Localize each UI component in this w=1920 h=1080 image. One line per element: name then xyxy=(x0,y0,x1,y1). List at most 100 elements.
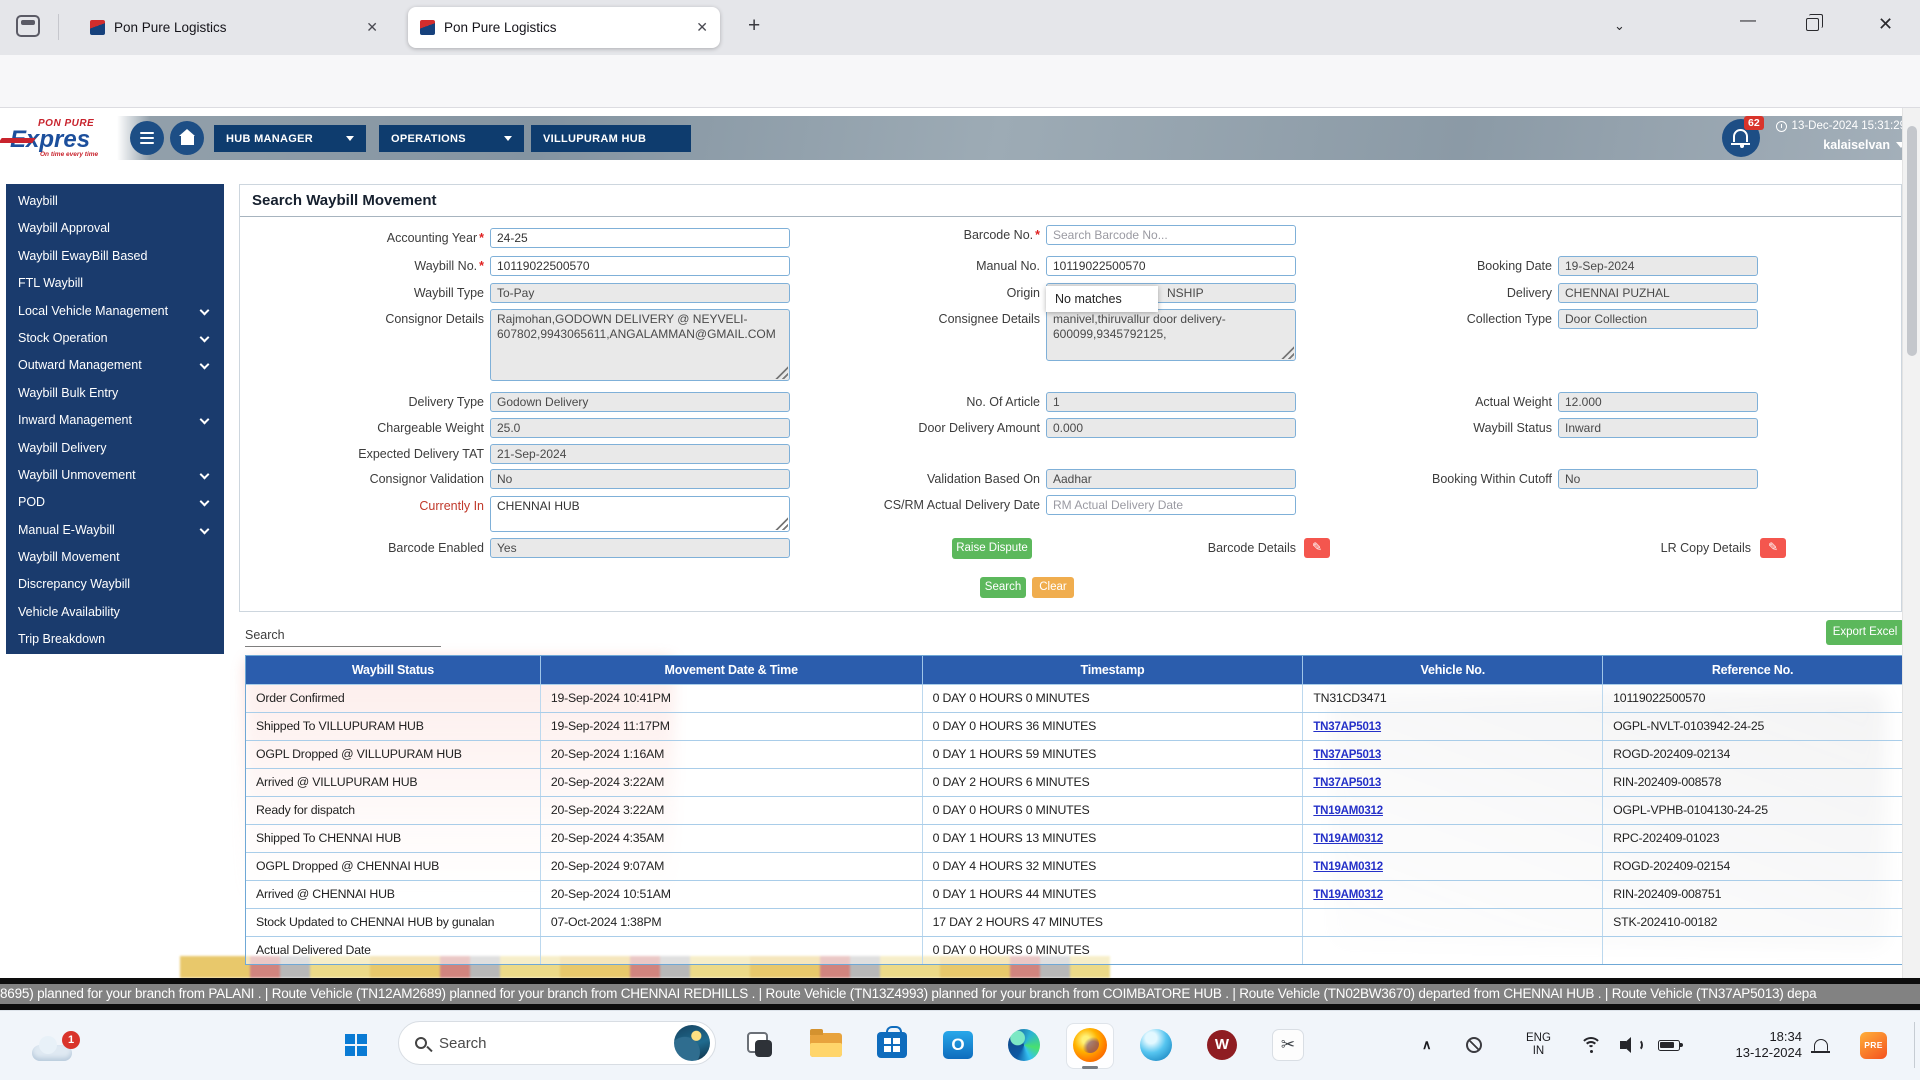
tab-close-icon[interactable]: ✕ xyxy=(696,19,708,36)
sidebar-item[interactable]: Stock Operation xyxy=(6,325,224,352)
microsoft-store-button[interactable] xyxy=(872,1025,912,1065)
firefox-button[interactable] xyxy=(1070,1025,1110,1065)
lr-copy-edit-icon[interactable]: ✎ xyxy=(1760,538,1786,558)
sidebar-item[interactable]: Waybill Approval xyxy=(6,215,224,242)
csrm-date-input[interactable]: RM Actual Delivery Date xyxy=(1046,495,1296,515)
list-all-tabs-icon[interactable]: ⌄ xyxy=(1614,18,1625,34)
start-button[interactable] xyxy=(336,1025,376,1065)
delivery-type-field[interactable]: Godown Delivery xyxy=(490,392,790,412)
sidebar-item[interactable]: Trip Breakdown xyxy=(6,626,224,653)
barcode-no-input[interactable]: Search Barcode No... xyxy=(1046,225,1296,245)
language-switcher[interactable]: ENGIN xyxy=(1526,1010,1551,1080)
wifi-button[interactable] xyxy=(1580,1010,1602,1080)
barcode-details-edit-icon[interactable]: ✎ xyxy=(1304,538,1330,558)
role-dropdown[interactable]: HUB MANAGER xyxy=(214,125,366,152)
barcode-enabled-field[interactable]: Yes xyxy=(490,538,790,558)
vehicle-link[interactable]: TN19AM0312 xyxy=(1313,861,1383,873)
vehicle-link[interactable]: TN19AM0312 xyxy=(1313,833,1383,845)
clear-button[interactable]: Clear xyxy=(1032,577,1074,598)
sidebar-item[interactable]: FTL Waybill xyxy=(6,270,224,297)
booking-date-field[interactable]: 19-Sep-2024 xyxy=(1558,256,1758,276)
tab-close-icon[interactable]: ✕ xyxy=(366,19,378,36)
window-minimize-button[interactable]: — xyxy=(1740,12,1756,30)
accounting-year-field[interactable]: 24-25 xyxy=(490,228,790,248)
raise-dispute-button[interactable]: Raise Dispute xyxy=(952,538,1032,559)
currently-in-textarea[interactable]: CHENNAI HUB xyxy=(490,496,790,532)
waybill-no-field[interactable]: 10119022500570 xyxy=(490,256,790,276)
export-excel-button[interactable]: Export Excel xyxy=(1826,620,1904,645)
scrollbar-thumb[interactable] xyxy=(1907,126,1917,356)
tab-pon-pure-2-active[interactable]: Pon Pure Logistics ✕ xyxy=(408,7,720,48)
sidebar-item[interactable]: Outward Management xyxy=(6,352,224,379)
notification-center-button[interactable] xyxy=(1814,1010,1828,1080)
vehicle-link[interactable]: TN37AP5013 xyxy=(1313,721,1381,733)
sidebar-item[interactable]: Waybill EwayBill Based xyxy=(6,243,224,270)
window-close-button[interactable]: ✕ xyxy=(1878,14,1893,35)
sidebar-item[interactable]: Local Vehicle Management xyxy=(6,298,224,325)
volume-button[interactable] xyxy=(1620,1010,1640,1080)
sidebar-item[interactable]: POD xyxy=(6,489,224,516)
module-dropdown[interactable]: OPERATIONS xyxy=(379,125,524,152)
user-menu[interactable]: kalaiselvan xyxy=(1823,138,1906,152)
consignor-details-textarea[interactable]: Rajmohan,GODOWN DELIVERY @ NEYVELI-60780… xyxy=(490,309,790,381)
vehicle-link[interactable]: TN37AP5013 xyxy=(1313,777,1381,789)
tray-overflow-chevron[interactable]: ∧ xyxy=(1422,1010,1432,1080)
booking-within-cutoff-field[interactable]: No xyxy=(1558,469,1758,489)
actual-weight-field[interactable]: 12.000 xyxy=(1558,392,1758,412)
consignor-validation-field[interactable]: No xyxy=(490,469,790,489)
pre-app-button[interactable]: PRE xyxy=(1860,1010,1887,1080)
speaker-icon xyxy=(1620,1037,1640,1053)
sidebar-item[interactable]: Manual E-Waybill xyxy=(6,517,224,544)
sidebar-item[interactable]: Waybill Delivery xyxy=(6,435,224,462)
outlook-button[interactable]: O xyxy=(938,1025,978,1065)
door-delivery-amount-field[interactable]: 0.000 xyxy=(1046,418,1296,438)
manual-no-field[interactable]: 10119022500570 xyxy=(1046,256,1296,276)
sidebar-item[interactable]: Discrepancy Waybill xyxy=(6,571,224,598)
weather-widget[interactable]: 1 xyxy=(28,1031,88,1071)
snipping-tool-button[interactable]: ✂ xyxy=(1268,1025,1308,1065)
sidebar-item[interactable]: Waybill Movement xyxy=(6,544,224,571)
sidebar-item[interactable]: Waybill Bulk Entry xyxy=(6,380,224,407)
task-view-button[interactable] xyxy=(740,1025,780,1065)
tray-status-button[interactable] xyxy=(1466,1010,1482,1080)
app-hamburger-button[interactable] xyxy=(130,121,164,155)
edge-button[interactable] xyxy=(1004,1025,1044,1065)
hub-label[interactable]: VILLUPURAM HUB xyxy=(531,125,691,152)
taskbar-search-box[interactable]: Search xyxy=(398,1021,716,1065)
sidebar-item[interactable]: Waybill xyxy=(6,188,224,215)
results-search-input[interactable] xyxy=(245,646,441,647)
tab-pon-pure-1[interactable]: Pon Pure Logistics ✕ xyxy=(78,7,390,48)
delivery-field[interactable]: CHENNAI PUZHAL xyxy=(1558,283,1758,303)
waybill-type-field[interactable]: To-Pay xyxy=(490,283,790,303)
firefox-view-icon[interactable] xyxy=(16,15,40,37)
scrollbar-track[interactable] xyxy=(1902,108,1920,1010)
no-of-article-field[interactable]: 1 xyxy=(1046,392,1296,412)
cell-datetime: 20-Sep-2024 1:16AM xyxy=(541,741,923,768)
consignee-details-textarea[interactable]: manivel,thiruvallur door delivery-600099… xyxy=(1046,309,1296,361)
new-tab-button[interactable]: + xyxy=(748,14,760,38)
window-restore-button[interactable] xyxy=(1806,18,1819,31)
sidebar-item[interactable]: Inward Management xyxy=(6,407,224,434)
webex-button[interactable]: W xyxy=(1202,1025,1242,1065)
chargeable-weight-field[interactable]: 25.0 xyxy=(490,418,790,438)
vehicle-link[interactable]: TN31CD3471 xyxy=(1313,691,1386,705)
app-teal-ball-button[interactable] xyxy=(1136,1025,1176,1065)
collection-type-field[interactable]: Door Collection xyxy=(1558,309,1758,329)
show-desktop-divider[interactable] xyxy=(1914,1022,1915,1068)
validation-based-on-field[interactable]: Aadhar xyxy=(1046,469,1296,489)
taskbar-clock[interactable]: 18:3413-12-2024 xyxy=(1706,1010,1802,1080)
file-explorer-button[interactable] xyxy=(806,1025,846,1065)
home-button[interactable] xyxy=(170,121,204,155)
notifications-bell-button[interactable]: 62 xyxy=(1722,119,1760,157)
sidebar-item[interactable]: Waybill Unmovement xyxy=(6,462,224,489)
vehicle-link[interactable]: TN19AM0312 xyxy=(1313,805,1383,817)
vehicle-link[interactable]: TN37AP5013 xyxy=(1313,749,1381,761)
battery-button[interactable] xyxy=(1658,1010,1680,1080)
actual-weight-label: Actual Weight xyxy=(1322,395,1552,409)
search-button[interactable]: Search xyxy=(980,577,1026,598)
sidebar-item[interactable]: Vehicle Availability xyxy=(6,599,224,626)
search-highlight-image[interactable] xyxy=(674,1025,710,1061)
vehicle-link[interactable]: TN19AM0312 xyxy=(1313,889,1383,901)
expected-tat-field[interactable]: 21-Sep-2024 xyxy=(490,444,790,464)
waybill-status-field[interactable]: Inward xyxy=(1558,418,1758,438)
